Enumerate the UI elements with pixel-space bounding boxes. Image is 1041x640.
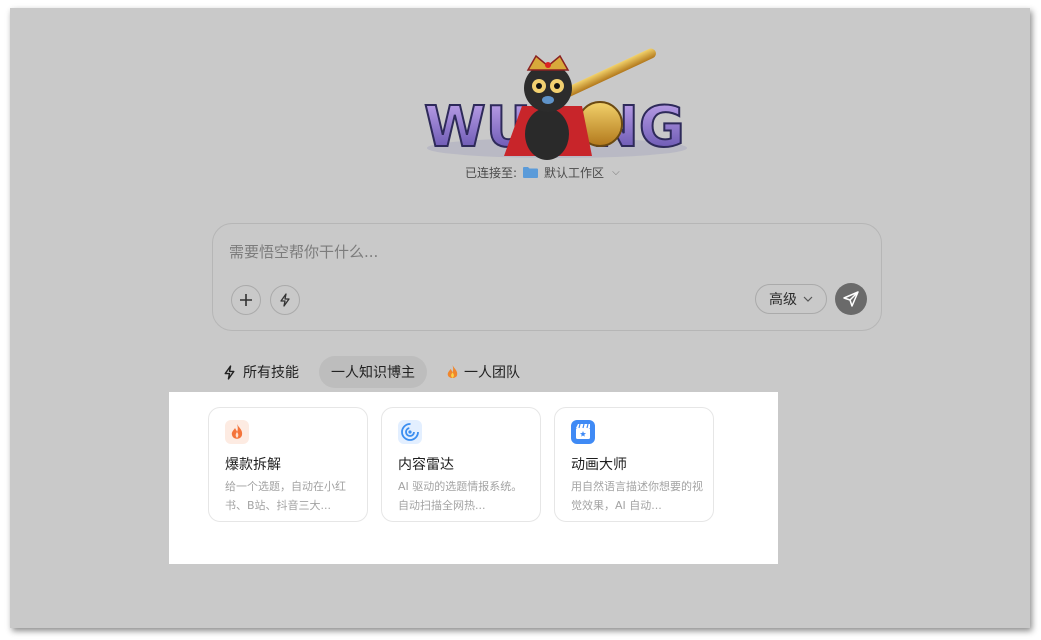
lightning-icon [224, 364, 235, 380]
folder-icon [523, 166, 539, 178]
skill-card-viral-breakdown[interactable]: 爆款拆解 给一个选题，自动在小红书、B站、抖音三大... [208, 407, 368, 522]
card-description: 用自然语言描述你想要的视觉效果，AI 自动... [571, 480, 703, 512]
card-title: 内容雷达 [398, 457, 454, 473]
prompt-composer: 需要悟空帮你干什么... 高级 [212, 223, 882, 331]
fire-emoji-icon [447, 364, 458, 378]
lightning-icon [280, 293, 290, 307]
tab-all-skills[interactable]: 所有技能 [210, 356, 311, 388]
add-attachment-button[interactable] [231, 285, 261, 315]
app-window: WU NG 已连接至: 默认工作区 ⌵ 需要悟空帮你干什么... 高级 所有技能… [10, 8, 1030, 628]
clapperboard-icon [571, 420, 595, 444]
send-icon [843, 291, 859, 307]
card-description: AI 驱动的选题情报系统。自动扫描全网热... [398, 480, 523, 512]
tab-label: 一人团队 [464, 365, 520, 381]
tab-knowledge-blogger[interactable]: 一人知识博主 [319, 356, 427, 388]
skill-card-animation-master[interactable]: 动画大师 用自然语言描述你想要的视觉效果，AI 自动... [554, 407, 714, 522]
tab-label: 一人知识博主 [331, 365, 415, 381]
advanced-label: 高级 [769, 292, 797, 308]
card-title: 动画大师 [571, 457, 627, 473]
prompt-input[interactable]: 需要悟空帮你干什么... [229, 241, 378, 262]
skill-tabs: 所有技能 一人知识博主 一人团队 [210, 356, 532, 388]
fire-icon [225, 420, 249, 444]
advanced-dropdown[interactable]: 高级 [755, 284, 827, 314]
card-description: 给一个选题，自动在小红书、B站、抖音三大... [225, 480, 346, 512]
skill-cards-panel: 爆款拆解 给一个选题，自动在小红书、B站、抖音三大... 内容雷达 AI 驱动的… [169, 392, 778, 564]
skill-card-content-radar[interactable]: 内容雷达 AI 驱动的选题情报系统。自动扫描全网热... [381, 407, 541, 522]
radar-icon [398, 420, 422, 444]
wukong-logo: WU NG [412, 48, 702, 166]
send-button[interactable] [835, 283, 867, 315]
tab-one-person-team[interactable]: 一人团队 [435, 356, 532, 388]
chevron-down-icon: ⌵ [612, 166, 620, 178]
tab-label: 所有技能 [243, 365, 299, 381]
plus-icon [240, 294, 252, 306]
wukong-logo-image: WU NG [423, 48, 687, 161]
skills-button[interactable] [270, 285, 300, 315]
workspace-name: 默认工作区 [544, 165, 605, 180]
connected-label: 已连接至: [465, 165, 518, 180]
chevron-down-icon [803, 296, 813, 302]
card-title: 爆款拆解 [225, 457, 281, 473]
workspace-selector[interactable]: 已连接至: 默认工作区 ⌵ [465, 163, 620, 181]
